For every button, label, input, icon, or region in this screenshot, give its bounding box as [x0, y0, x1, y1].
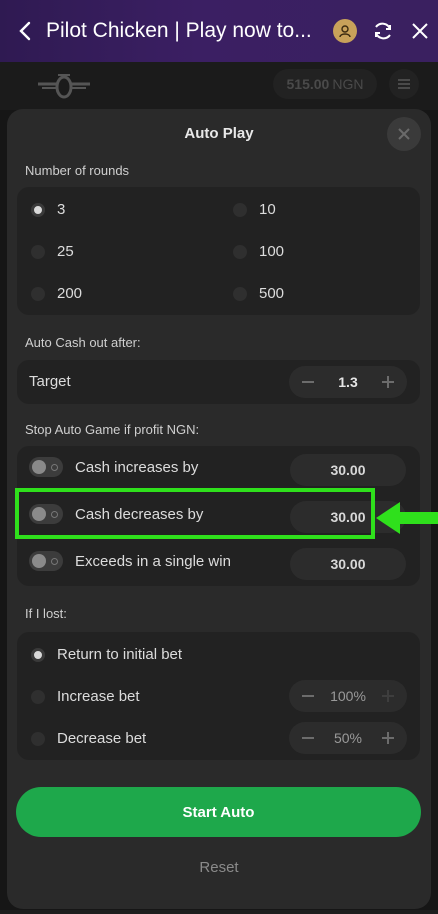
option-label: Increase bet [57, 688, 140, 705]
game-logo-icon [38, 74, 90, 99]
menu-icon[interactable] [389, 69, 419, 99]
exceeds-single-win-toggle[interactable] [29, 551, 63, 571]
exceeds-single-win-value[interactable]: 30.00 [290, 548, 406, 580]
increase-bet-increase-button[interactable] [379, 687, 397, 705]
rounds-panel: 3 10 25 100 200 500 [17, 187, 420, 315]
radio-button[interactable] [31, 689, 45, 704]
modal-title: Auto Play [184, 125, 254, 142]
increase-bet-decrease-button[interactable] [299, 687, 317, 705]
round-option-500[interactable]: 500 [233, 285, 284, 302]
cash-increases-value[interactable]: 30.00 [290, 454, 406, 486]
decrease-bet-decrease-button[interactable] [299, 729, 317, 747]
start-auto-button[interactable]: Start Auto [16, 787, 421, 837]
decrease-bet-option[interactable]: Decrease bet [31, 730, 146, 747]
window-title: Pilot Chicken | Play now to... [46, 19, 312, 42]
increase-bet-value[interactable]: 100% [330, 688, 366, 704]
round-label: 3 [57, 201, 66, 218]
cash-increases-label: Cash increases by [75, 459, 199, 476]
radio-button[interactable] [31, 731, 45, 746]
reset-button[interactable]: Reset [7, 859, 431, 876]
cash-increases-toggle[interactable] [29, 457, 63, 477]
balance-display: 515.00 NGN [273, 69, 377, 99]
radio-button[interactable] [31, 286, 45, 301]
game-header: 515.00 NGN [0, 62, 438, 110]
back-arrow-icon[interactable] [16, 20, 34, 42]
radio-button[interactable] [31, 202, 45, 217]
target-decrease-button[interactable] [299, 373, 317, 391]
increase-bet-option[interactable]: Increase bet [31, 688, 140, 705]
radio-button[interactable] [31, 244, 45, 259]
exceeds-single-win-label: Exceeds in a single win [75, 553, 231, 570]
user-icon[interactable] [333, 19, 357, 43]
round-option-100[interactable]: 100 [233, 243, 284, 260]
target-stepper: 1.3 [289, 366, 407, 398]
app: Pilot Chicken | Play now to... 515.00 NG… [0, 0, 438, 914]
balance-value: 515.00 [286, 76, 330, 92]
radio-button[interactable] [233, 202, 247, 217]
option-label: Decrease bet [57, 730, 147, 747]
pointer-arrow-icon [376, 502, 438, 534]
lost-label: If I lost: [25, 606, 67, 621]
radio-button[interactable] [31, 647, 45, 662]
round-label: 25 [57, 243, 74, 260]
target-value[interactable]: 1.3 [338, 374, 357, 390]
target-increase-button[interactable] [379, 373, 397, 391]
stop-label: Stop Auto Game if profit NGN: [25, 422, 200, 437]
return-initial-bet-option[interactable]: Return to initial bet [31, 646, 182, 663]
round-option-200[interactable]: 200 [31, 285, 82, 302]
highlight-box [15, 488, 375, 539]
radio-button[interactable] [233, 244, 247, 259]
decrease-bet-value[interactable]: 50% [334, 730, 362, 746]
decrease-bet-stepper: 50% [289, 722, 407, 754]
close-window-icon[interactable] [411, 22, 429, 40]
cashout-label: Auto Cash out after: [25, 335, 141, 350]
refresh-icon[interactable] [372, 20, 394, 42]
round-option-25[interactable]: 25 [31, 243, 74, 260]
radio-button[interactable] [233, 286, 247, 301]
round-label: 10 [259, 201, 276, 218]
round-label: 500 [259, 285, 285, 302]
round-option-10[interactable]: 10 [233, 201, 276, 218]
title-bar: Pilot Chicken | Play now to... [0, 0, 438, 62]
increase-bet-stepper: 100% [289, 680, 407, 712]
decrease-bet-increase-button[interactable] [379, 729, 397, 747]
bottom-edge [0, 910, 438, 914]
modal-close-button[interactable] [387, 117, 421, 151]
option-label: Return to initial bet [57, 646, 183, 663]
cashout-panel: Target 1.3 [17, 360, 420, 404]
balance-currency: NGN [332, 76, 364, 92]
close-icon [398, 128, 410, 140]
round-label: 200 [57, 285, 83, 302]
round-option-3[interactable]: 3 [31, 201, 65, 218]
lost-panel: Return to initial bet Increase bet 100% … [17, 632, 420, 760]
round-label: 100 [259, 243, 285, 260]
rounds-label: Number of rounds [25, 163, 130, 178]
target-label: Target [29, 373, 71, 390]
